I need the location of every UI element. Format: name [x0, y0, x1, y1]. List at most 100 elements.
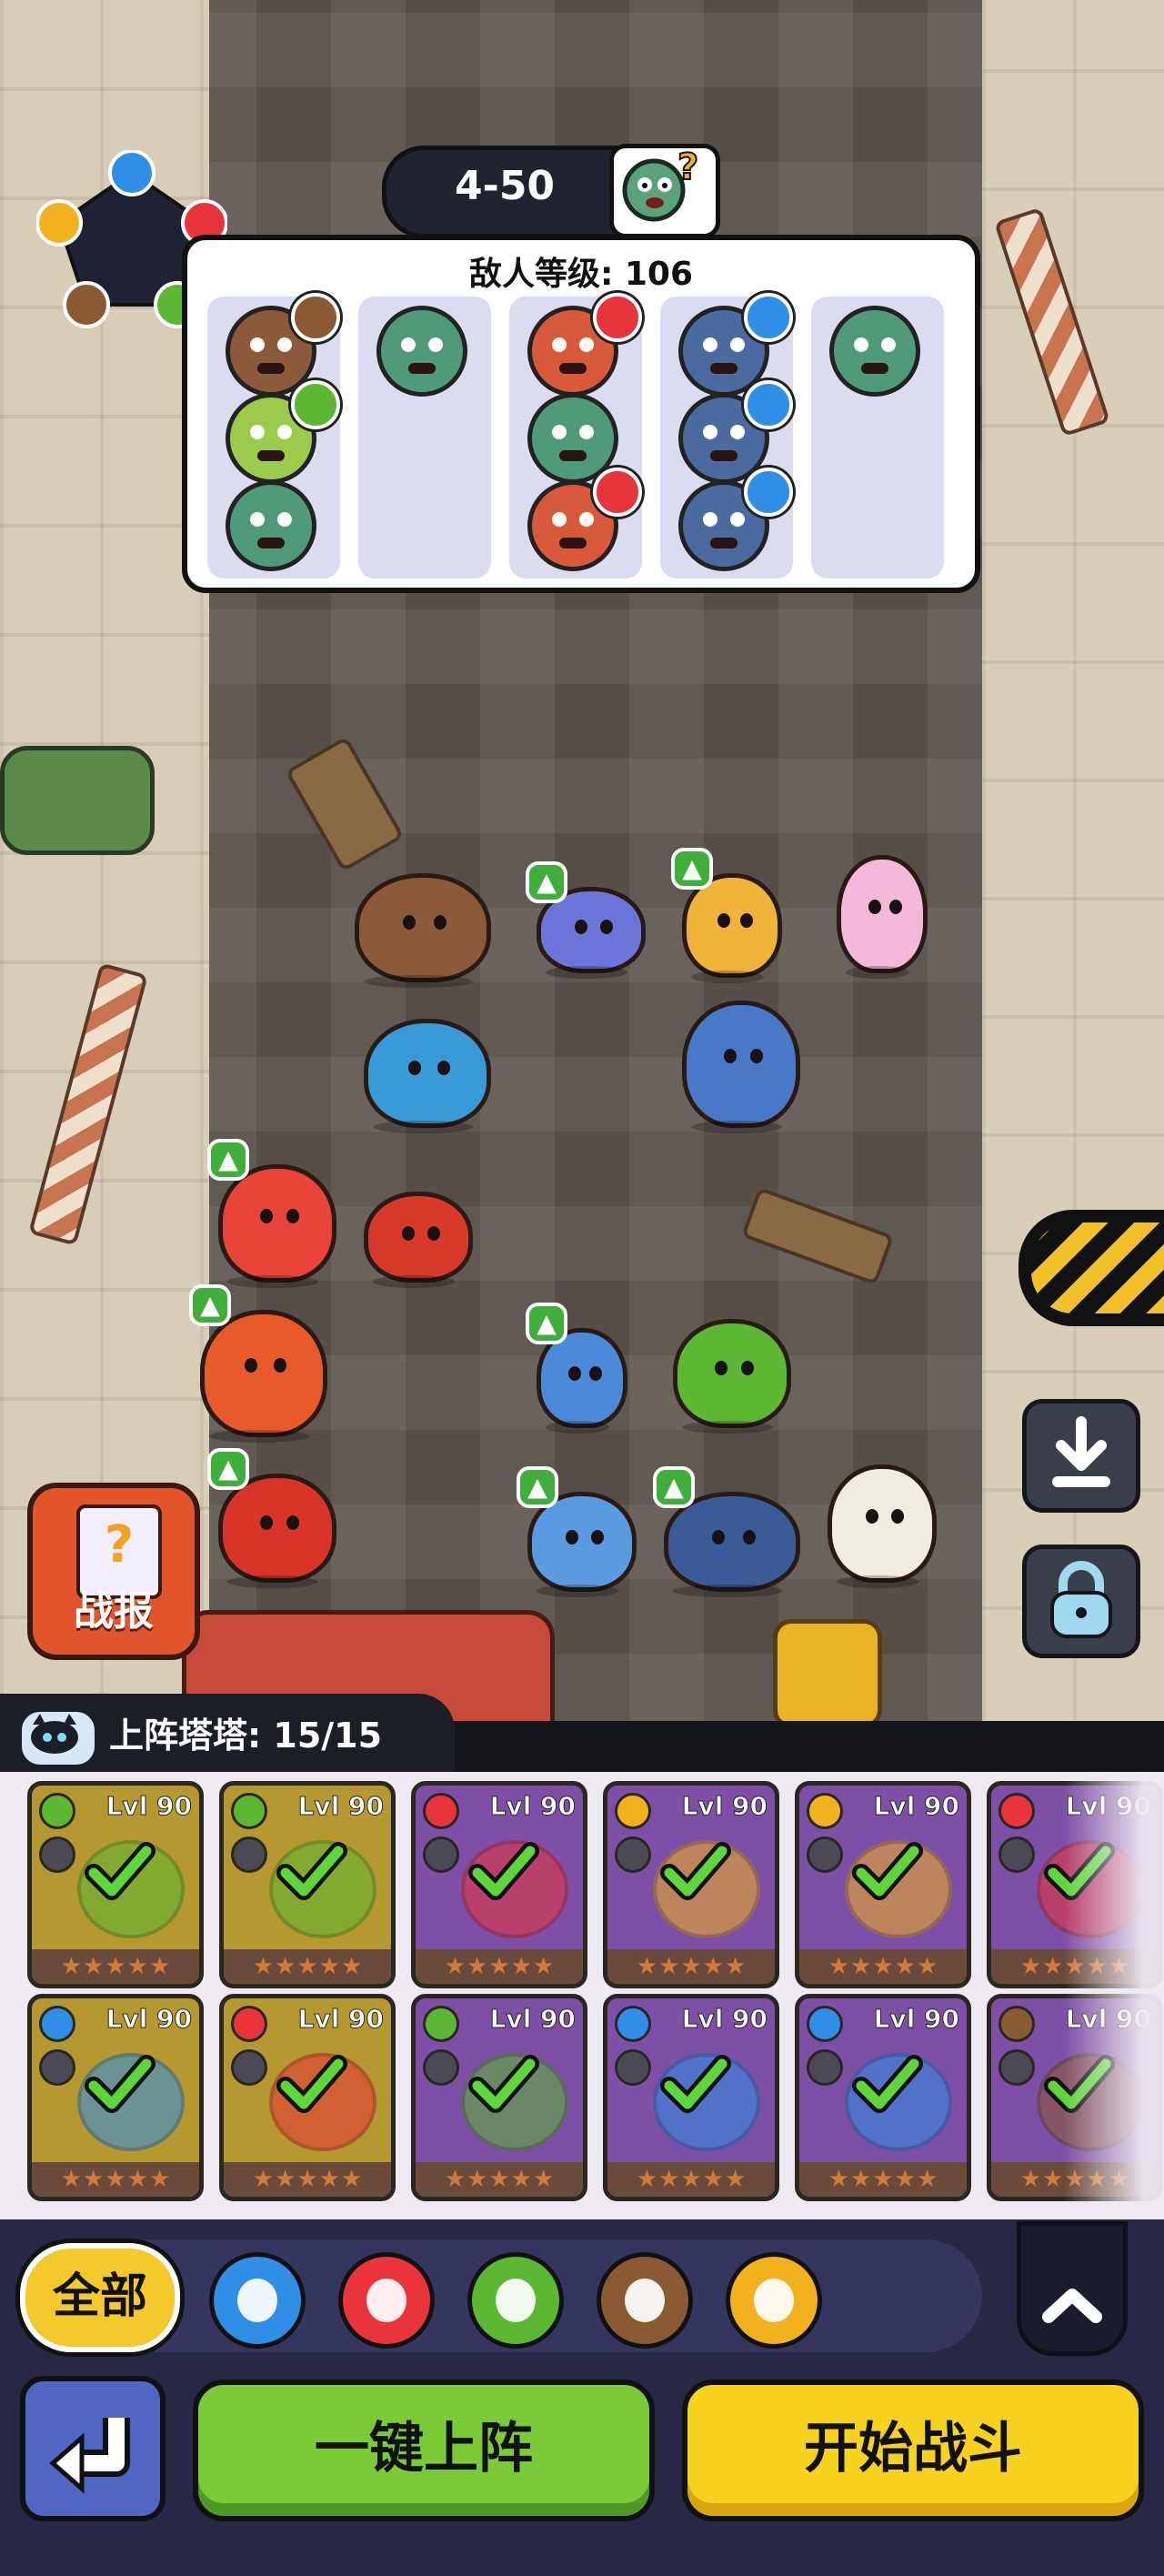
red-frog-unit[interactable]: [218, 1474, 336, 1588]
fire-bear-unit[interactable]: [200, 1310, 327, 1443]
star-icon: ★: [680, 2166, 702, 2193]
star-icon: ★: [828, 2166, 850, 2193]
thumbs-up-icon: ▲: [207, 1139, 249, 1181]
capybara-unit[interactable]: [682, 1001, 800, 1133]
star-icon: ★: [850, 1953, 872, 1980]
card-level: Lvl 90: [873, 1791, 959, 1822]
thumbs-up-icon: ▲: [653, 1466, 695, 1508]
star-icon: ★: [1042, 2166, 1064, 2193]
filter-fire-button[interactable]: [338, 2252, 435, 2349]
leaf-element-icon: [39, 1793, 75, 1829]
tower-card[interactable]: Lvl 90★★★★★: [219, 1781, 396, 1988]
hazard-pipe-decor: [1018, 1210, 1164, 1326]
star-icon: ★: [510, 1953, 532, 1980]
role-icon: [998, 2049, 1035, 2086]
lock-button[interactable]: [1022, 1545, 1140, 1658]
star-icon: ★: [340, 1953, 363, 1980]
star-icon: ★: [894, 1953, 916, 1980]
download-button[interactable]: [1022, 1399, 1140, 1513]
star-icon: ★: [467, 2166, 488, 2193]
deployed-count-label: 上阵塔塔: 15/15: [109, 1716, 383, 1756]
battle-report-label: 战报: [74, 1588, 154, 1635]
star-icon: ★: [126, 2166, 148, 2193]
checkmark-icon: [85, 1842, 156, 1900]
auto-deploy-button[interactable]: 一键上阵: [193, 2380, 655, 2521]
seed-nest-unit[interactable]: [828, 1464, 937, 1588]
expand-roster-button[interactable]: [1017, 2221, 1128, 2356]
star-icon: ★: [444, 2166, 467, 2193]
checkmark-icon: [468, 1842, 539, 1900]
star-rating: ★★★★★: [799, 1949, 967, 1984]
card-level: Lvl 90: [297, 1791, 384, 1822]
enemy-preview-panel: 敌人等级: 106: [182, 235, 980, 593]
tower-card[interactable]: Lvl 90★★★★★: [603, 1781, 779, 1988]
filter-leaf-button[interactable]: [467, 2252, 564, 2349]
role-icon: [39, 2049, 75, 2086]
star-icon: ★: [60, 2166, 83, 2193]
role-icon: [615, 2049, 651, 2086]
checkmark-icon: [660, 2055, 731, 2113]
tower-card[interactable]: Lvl 90★★★★★: [411, 1994, 587, 2201]
role-icon: [231, 1836, 267, 1873]
tower-card[interactable]: Lvl 90★★★★★: [603, 1994, 779, 2201]
star-icon: ★: [658, 1953, 680, 1980]
svg-text:?: ?: [677, 148, 698, 188]
star-icon: ★: [636, 2166, 658, 2193]
star-rating: ★★★★★: [416, 1949, 583, 1984]
card-level: Lvl 90: [873, 2004, 959, 2035]
battle-report-button[interactable]: ? 战报: [27, 1483, 200, 1660]
earth-element-icon: [998, 2006, 1035, 2042]
back-button[interactable]: [20, 2376, 166, 2521]
star-icon: ★: [532, 1953, 555, 1980]
star-icon: ★: [1042, 1953, 1064, 1980]
fire-element-icon: [423, 1793, 459, 1829]
hedgehog-unit[interactable]: [355, 873, 491, 988]
tower-card[interactable]: Lvl 90★★★★★: [411, 1781, 587, 1988]
mantis-unit[interactable]: [837, 855, 928, 979]
roster-scroll-fade: [1064, 1772, 1164, 2219]
star-icon: ★: [252, 2166, 275, 2193]
fire-element-icon: [998, 1793, 1035, 1829]
zombie-question-icon[interactable]: ?: [609, 144, 720, 238]
zombie-enemy-icon: [226, 480, 316, 571]
shell-unit[interactable]: [364, 1019, 491, 1133]
tower-card[interactable]: Lvl 90★★★★★: [27, 1781, 204, 1988]
tower-card[interactable]: Lvl 90★★★★★: [219, 1994, 396, 2201]
star-icon: ★: [318, 2166, 340, 2193]
tower-card[interactable]: Lvl 90★★★★★: [795, 1781, 971, 1988]
star-icon: ★: [850, 2166, 872, 2193]
card-level: Lvl 90: [681, 1791, 768, 1822]
star-icon: ★: [532, 2166, 555, 2193]
red-bird-unit[interactable]: [364, 1192, 473, 1288]
star-icon: ★: [828, 1953, 850, 1980]
dragonfruit-unit[interactable]: [673, 1319, 791, 1434]
filter-water-button[interactable]: [209, 2252, 306, 2349]
star-icon: ★: [872, 2166, 894, 2193]
download-icon: [1052, 1416, 1110, 1487]
role-icon: [423, 2049, 459, 2086]
leaf-element-icon: [423, 2006, 459, 2042]
tower-card[interactable]: Lvl 90★★★★★: [795, 1994, 971, 2201]
fire-element-icon: [593, 468, 642, 517]
star-icon: ★: [252, 1953, 275, 1980]
earth-element-icon: [291, 293, 340, 342]
star-icon: ★: [488, 2166, 510, 2193]
star-icon: ★: [702, 2166, 724, 2193]
star-icon: ★: [636, 1953, 658, 1980]
filter-lightning-button[interactable]: [726, 2252, 822, 2349]
fire-element-icon: [366, 2279, 406, 2322]
star-icon: ★: [872, 1953, 894, 1980]
tower-card[interactable]: Lvl 90★★★★★: [27, 1994, 204, 2201]
water-element-icon: [237, 2279, 277, 2322]
star-icon: ★: [467, 1953, 488, 1980]
leaf-element-icon: [496, 2279, 536, 2322]
star-rating: ★★★★★: [32, 2162, 199, 2197]
filter-earth-button[interactable]: [597, 2252, 693, 2349]
star-icon: ★: [916, 1953, 938, 1980]
filter-all-button[interactable]: 全部: [20, 2243, 180, 2352]
card-level: Lvl 90: [297, 2004, 384, 2035]
start-battle-button[interactable]: 开始战斗: [682, 2380, 1144, 2521]
fire-bird-unit[interactable]: [218, 1164, 336, 1288]
card-level: Lvl 90: [681, 2004, 768, 2035]
back-arrow-icon: [49, 2418, 130, 2494]
